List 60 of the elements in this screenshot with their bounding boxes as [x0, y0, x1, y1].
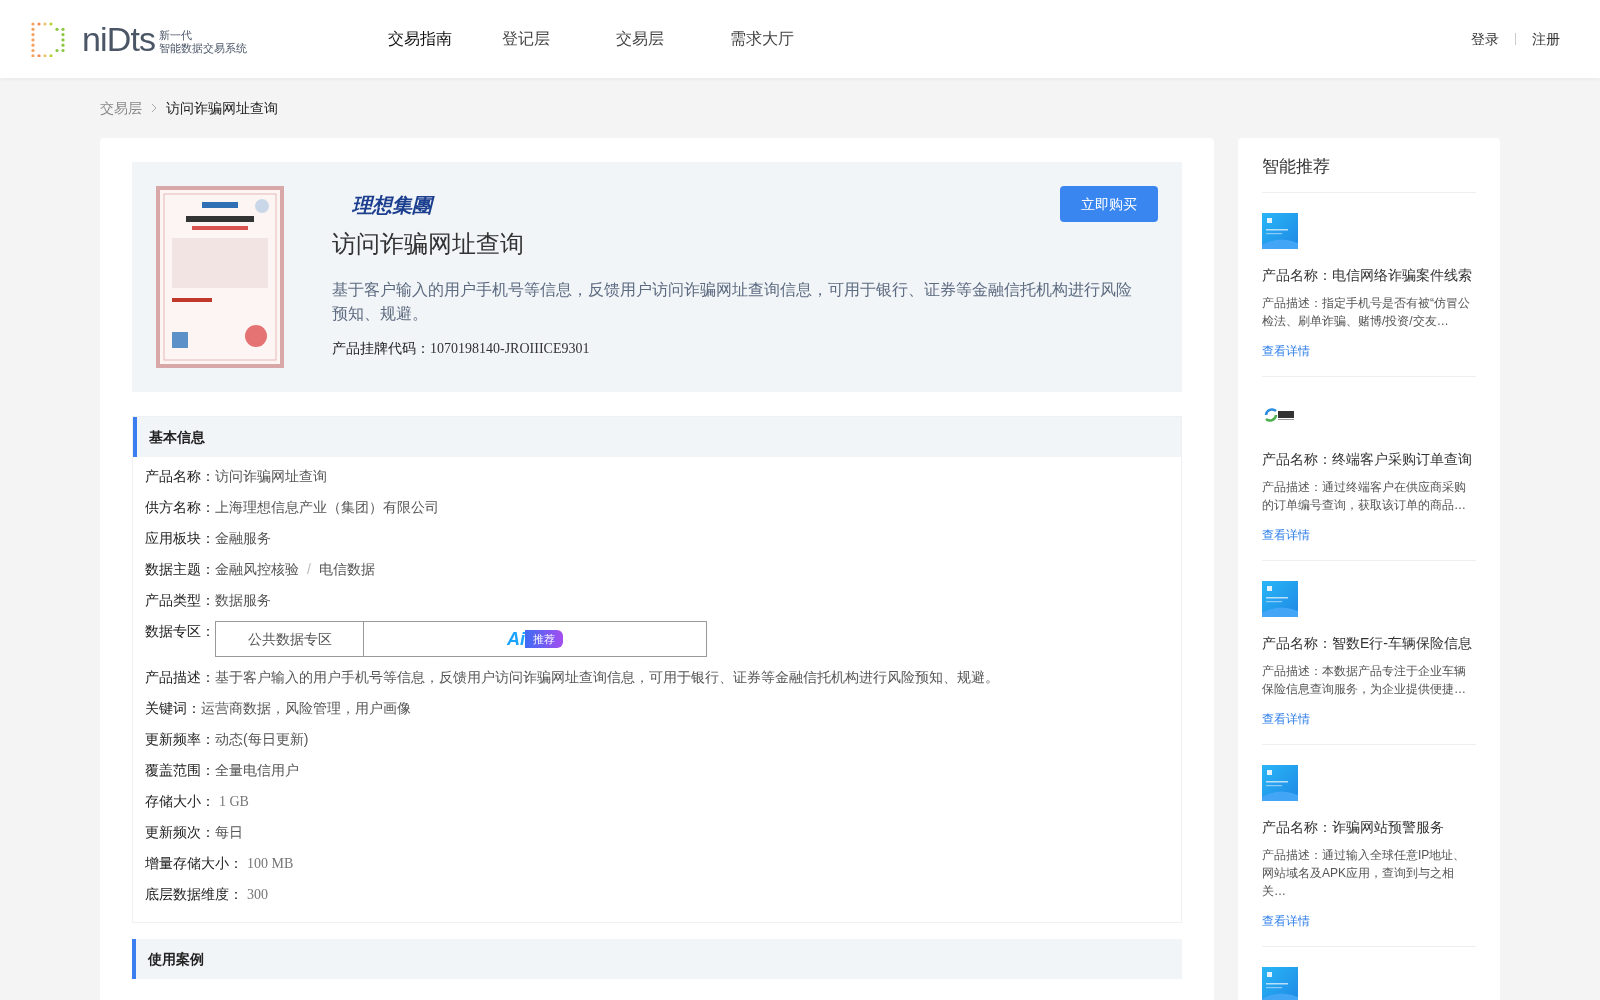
field-value: 1 GB: [219, 793, 249, 811]
field-label: 数据专区：: [145, 622, 215, 641]
register-link[interactable]: 注册: [1532, 28, 1560, 50]
field-label: 关键词：: [145, 699, 201, 718]
listing-code: 1070198140-JROIIICE9301: [430, 340, 590, 358]
field-label: 存储大小：: [145, 792, 215, 811]
field-value: 运营商数据，风险管理，用户画像: [201, 699, 411, 718]
breadcrumb-link[interactable]: 访问诈骗网址查询: [166, 97, 278, 119]
field-label: 底层数据维度：: [145, 885, 243, 904]
field-label: 供方名称：: [145, 498, 215, 517]
topic-separator: /: [307, 560, 311, 579]
dotted-d-logo-icon: [30, 21, 66, 57]
product-description: 产品描述：通过终端客户在供应商采购的订单编号查询，获取该订单的商品…: [1262, 478, 1467, 514]
field-value: 每日: [215, 823, 243, 842]
chevron-right-icon: [150, 103, 158, 113]
section-title: 使用案例: [132, 939, 1182, 979]
product-name: 产品名称：终端客户采购订单查询: [1262, 449, 1473, 469]
field-label: 产品描述：: [145, 668, 215, 687]
product-name: 产品名称：诈骗网站预警服务: [1262, 817, 1445, 837]
field-value: 动态(每日更新): [215, 730, 309, 749]
field-value: 数据服务: [215, 591, 271, 610]
field-label: 产品类型：: [145, 591, 215, 610]
details-link[interactable]: 查看详情: [1262, 911, 1476, 930]
logo-tagline: 智能数据交易系统: [159, 42, 248, 56]
product-name: 产品名称：智数E行-车辆保险信息: [1262, 633, 1473, 653]
login-link[interactable]: 登录: [1471, 28, 1499, 50]
nav-link[interactable]: 登记层: [502, 27, 562, 51]
product-description: 产品描述：指定手机号是否有被“仿冒公检法、刷单诈骗、赌博/投资/交友…: [1262, 294, 1471, 330]
field-value: 100 MB: [247, 855, 294, 873]
field-label: 数据主题：: [145, 560, 215, 579]
topic-tag: 金融风控核验: [215, 559, 299, 580]
product-summary: 基于客户输入的用户手机号等信息，反馈用户访问诈骗网址查询信息，可用于银行、证券等金融信托机构进行风险预知、规避。: [332, 280, 1133, 324]
field-label: 覆盖范围：: [145, 761, 215, 780]
product-title: 访问诈骗网址查询: [332, 229, 525, 259]
details-link[interactable]: 查看详情: [1262, 525, 1476, 544]
field-label: 更新频率：: [145, 730, 215, 749]
panel-title: 智能推荐: [1262, 154, 1476, 193]
section-title: 基本信息: [133, 417, 1181, 457]
product-description: 产品描述：通过输入全球任意IP地址、网站域名及APK应用，查询到与之相关…: [1262, 846, 1467, 900]
product-name: 产品名称：电信网络诈骗案件线索: [1262, 265, 1473, 285]
field-value: 上海理想信息产业（集团）有限公司: [215, 498, 439, 517]
code-label: 产品挂牌代码：: [332, 339, 430, 358]
field-label: 应用板块：: [145, 529, 215, 548]
field-value: 300: [247, 886, 268, 904]
field-value: 全量电信用户: [215, 761, 299, 780]
logo-tagline: 新一代: [159, 28, 194, 43]
nav-link[interactable]: 交易层: [616, 27, 676, 51]
field-label: 产品名称：: [145, 467, 215, 486]
details-link[interactable]: 查看详情: [1262, 341, 1476, 360]
field-value: 金融服务: [215, 529, 271, 548]
product-description: 产品描述：本数据产品专注于企业车辆保险信息查询服务，为企业提供便捷…: [1262, 662, 1467, 698]
details-link[interactable]: 查看详情: [1262, 709, 1476, 728]
field-label: 更新频次：: [145, 823, 215, 842]
topic-tag: 电信数据: [318, 559, 375, 580]
buy-now-button[interactable]: 立即购买: [1060, 186, 1158, 222]
field-value: 基于客户输入的用户手机号等信息，反馈用户访问诈骗网址查询信息，可用于银行、证券等金融信托机构进行风险预知、规避。: [215, 668, 999, 687]
field-label: 增量存储大小：: [145, 854, 243, 873]
zone-cell: 公共数据专区: [216, 622, 364, 656]
field-value: 访问诈骗网址查询: [215, 467, 327, 486]
logo-wordmark: niDts: [82, 22, 156, 56]
